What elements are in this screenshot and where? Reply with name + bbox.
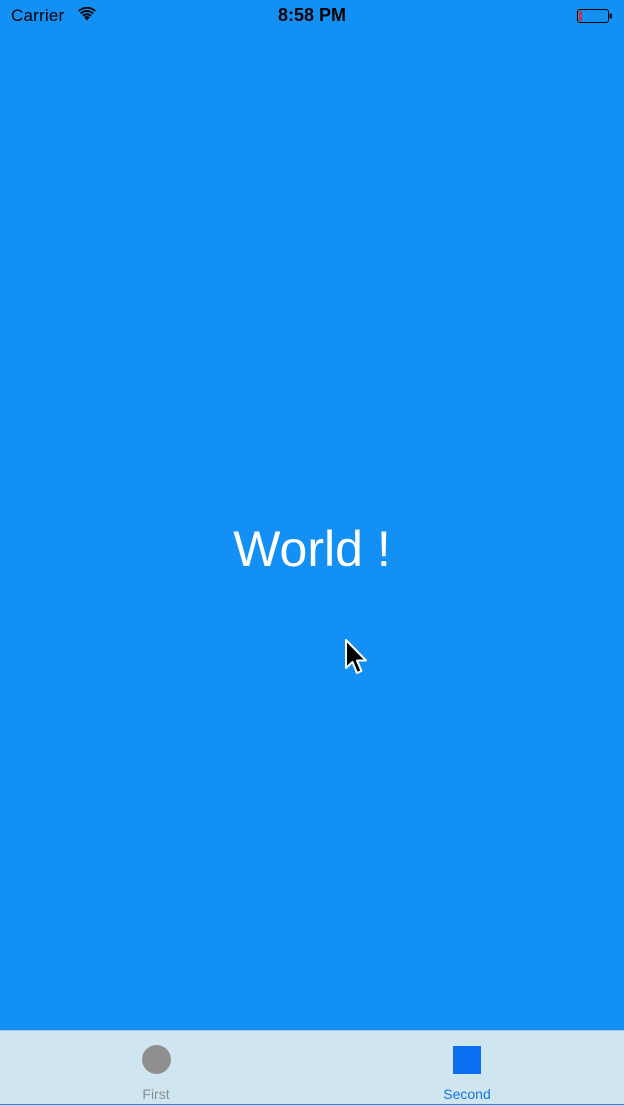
tab-second[interactable]: Second — [367, 1031, 567, 1105]
square-icon — [453, 1046, 481, 1074]
mouse-pointer-icon — [345, 639, 367, 674]
tab-first-label: First — [142, 1086, 170, 1102]
screen: Carrier 8:58 PM World ! First Second — [0, 0, 624, 1104]
tab-first[interactable]: First — [56, 1031, 256, 1105]
tab-bar: First Second — [0, 1030, 624, 1104]
status-time: 8:58 PM — [277, 5, 347, 25]
status-bar: Carrier 8:58 PM — [0, 0, 624, 32]
circle-icon — [142, 1045, 171, 1074]
tab-second-label: Second — [443, 1086, 491, 1102]
battery-icon — [577, 9, 612, 23]
world-label: World ! — [233, 521, 391, 577]
